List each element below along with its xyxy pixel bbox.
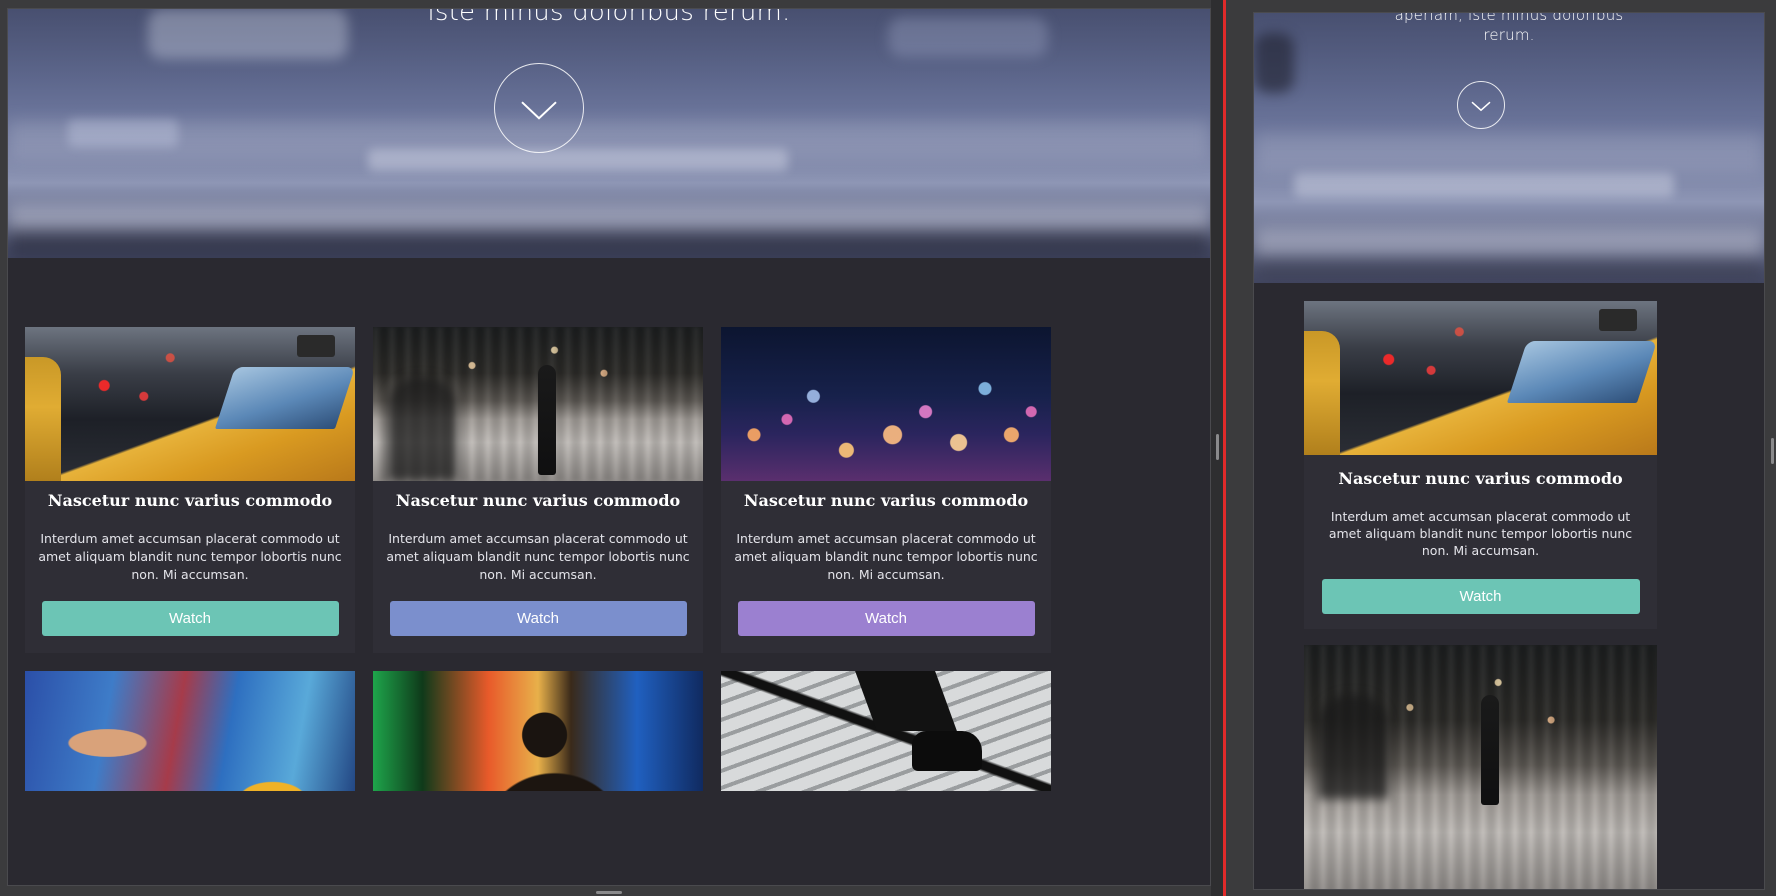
card-image-taxi xyxy=(1304,301,1657,455)
mobile-scroll-down-button[interactable] xyxy=(1457,81,1505,129)
card-image-stairs xyxy=(721,671,1051,791)
pane-resize-handle[interactable] xyxy=(1216,434,1219,460)
editor-preview-stage: iste minus doloribus rerum. Nascetur nun… xyxy=(0,0,1776,896)
right-resize-handle[interactable] xyxy=(1771,438,1774,464)
mobile-hero-subtitle-line2: rerum. xyxy=(1483,26,1535,44)
mobile-hero-subtitle: aperiam, iste minus doloribus rerum. xyxy=(1254,13,1764,45)
card-description: Interdum amet accumsan placerat commodo … xyxy=(1328,509,1633,558)
card-image-neon xyxy=(373,671,703,791)
mobile-video-card-1: Nascetur nunc varius commodo Interdum am… xyxy=(1304,301,1657,629)
video-card-1: Nascetur nunc varius commodo Interdum am… xyxy=(25,327,355,653)
card-title: Nascetur nunc varius commodo xyxy=(47,491,333,510)
card-title: Nascetur nunc varius commodo xyxy=(395,491,681,510)
watch-button[interactable]: Watch xyxy=(389,601,687,636)
card-image-street xyxy=(1304,645,1657,889)
scroll-down-button[interactable] xyxy=(494,63,584,153)
video-card-2: Nascetur nunc varius commodo Interdum am… xyxy=(373,327,703,653)
card-title: Nascetur nunc varius commodo xyxy=(1338,469,1623,488)
chevron-down-icon xyxy=(1471,101,1491,112)
video-card-6 xyxy=(721,671,1051,791)
watch-button[interactable]: Watch xyxy=(41,601,339,636)
card-description: Interdum amet accumsan placerat commodo … xyxy=(38,531,342,582)
card-image-taxi xyxy=(25,327,355,481)
card-image-bokeh xyxy=(721,327,1051,481)
video-card-5 xyxy=(373,671,703,791)
card-description: Interdum amet accumsan placerat commodo … xyxy=(386,531,690,582)
breakpoint-marker xyxy=(1223,0,1226,896)
mobile-video-card-2 xyxy=(1304,645,1657,889)
watch-button[interactable]: Watch xyxy=(1321,579,1640,614)
card-image-street xyxy=(373,327,703,481)
hero-subtitle: iste minus doloribus rerum. xyxy=(427,9,791,27)
mobile-hero-subtitle-line1: aperiam, iste minus doloribus xyxy=(1394,13,1624,24)
mobile-preview-pane: aperiam, iste minus doloribus rerum. Nas… xyxy=(1253,12,1765,890)
card-image-graffiti xyxy=(25,671,355,791)
chevron-down-icon xyxy=(521,101,557,120)
video-card-3: Nascetur nunc varius commodo Interdum am… xyxy=(721,327,1051,653)
card-title: Nascetur nunc varius commodo xyxy=(743,491,1029,510)
card-description: Interdum amet accumsan placerat commodo … xyxy=(734,531,1038,582)
video-card-4 xyxy=(25,671,355,791)
bottom-resize-handle[interactable] xyxy=(596,891,622,894)
watch-button[interactable]: Watch xyxy=(737,601,1035,636)
hero-banner: iste minus doloribus rerum. xyxy=(8,9,1210,258)
desktop-preview-pane: iste minus doloribus rerum. Nascetur nun… xyxy=(7,8,1211,886)
mobile-hero-banner: aperiam, iste minus doloribus rerum. xyxy=(1254,13,1764,283)
